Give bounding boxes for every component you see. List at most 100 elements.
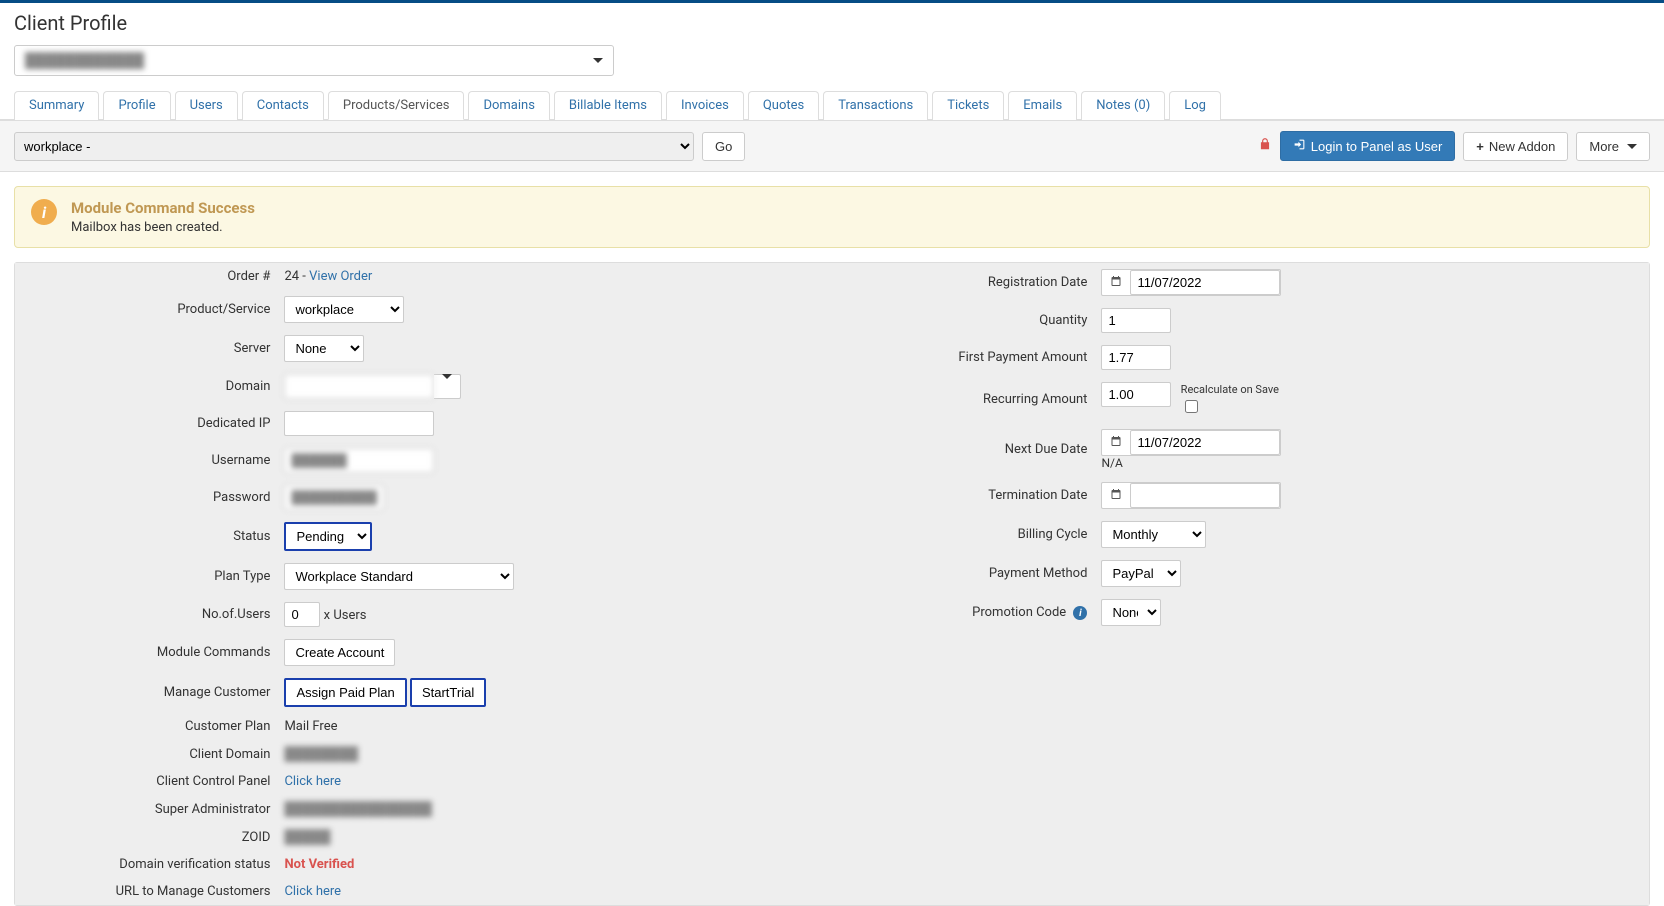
termination-label: Termination Date bbox=[832, 476, 1093, 515]
tab-products[interactable]: Products/Services bbox=[328, 91, 465, 120]
chevron-down-icon bbox=[1627, 144, 1637, 149]
plan-type-select[interactable]: Workplace Standard bbox=[284, 563, 514, 590]
assign-paid-plan-button[interactable]: Assign Paid Plan bbox=[284, 678, 406, 707]
no-users-suffix: x Users bbox=[324, 608, 367, 623]
tab-notes[interactable]: Notes (0) bbox=[1081, 91, 1165, 120]
recalc-checkbox[interactable] bbox=[1185, 400, 1198, 413]
view-order-link[interactable]: View Order bbox=[309, 269, 372, 284]
tab-summary[interactable]: Summary bbox=[14, 91, 99, 120]
payment-method-select[interactable]: PayPal bbox=[1101, 560, 1181, 587]
client-selector-value: ████████████ bbox=[25, 52, 144, 69]
calendar-icon bbox=[1102, 488, 1130, 504]
order-label: Order # bbox=[15, 263, 276, 290]
plan-type-label: Plan Type bbox=[15, 557, 276, 596]
server-label: Server bbox=[15, 329, 276, 368]
status-label: Status bbox=[15, 516, 276, 557]
status-select[interactable]: Pending bbox=[284, 522, 372, 551]
domain-verif-value: Not Verified bbox=[284, 857, 354, 872]
recurring-input[interactable] bbox=[1101, 382, 1171, 407]
start-trial-button[interactable]: StartTrial bbox=[410, 678, 486, 707]
termination-input[interactable] bbox=[1130, 483, 1280, 508]
info-icon: i bbox=[1073, 606, 1087, 620]
service-selector[interactable]: workplace - bbox=[14, 132, 694, 161]
domain-label: Domain bbox=[15, 368, 276, 405]
client-control-panel-link[interactable]: Click here bbox=[284, 774, 341, 789]
alert-title: Module Command Success bbox=[71, 199, 255, 217]
server-select[interactable]: None bbox=[284, 335, 364, 362]
reg-date-input[interactable] bbox=[1130, 270, 1280, 295]
alert-message: Mailbox has been created. bbox=[71, 220, 255, 235]
url-manage-link[interactable]: Click here bbox=[284, 884, 341, 899]
quantity-label: Quantity bbox=[832, 302, 1093, 339]
info-icon: i bbox=[31, 199, 57, 225]
promo-code-select[interactable]: None bbox=[1101, 599, 1161, 626]
no-users-label: No.of.Users bbox=[15, 596, 276, 633]
tab-transactions[interactable]: Transactions bbox=[823, 91, 928, 120]
zoid-value: █████ bbox=[284, 830, 330, 845]
payment-method-label: Payment Method bbox=[832, 554, 1093, 593]
tab-users[interactable]: Users bbox=[175, 91, 238, 120]
tabs-nav: SummaryProfileUsersContactsProducts/Serv… bbox=[0, 90, 1664, 120]
reg-date-input-wrap[interactable] bbox=[1101, 269, 1281, 296]
password-label: Password bbox=[15, 479, 276, 516]
billing-cycle-select[interactable]: Monthly bbox=[1101, 521, 1206, 548]
tab-emails[interactable]: Emails bbox=[1008, 91, 1077, 120]
password-input[interactable] bbox=[284, 485, 384, 510]
first-payment-input[interactable] bbox=[1101, 345, 1171, 370]
client-domain-value: ████████ bbox=[284, 747, 358, 762]
client-selector[interactable]: ████████████ bbox=[14, 45, 614, 76]
calendar-icon bbox=[1102, 275, 1130, 291]
tab-tickets[interactable]: Tickets bbox=[932, 91, 1004, 120]
chevron-down-icon bbox=[442, 374, 452, 394]
no-users-input[interactable] bbox=[284, 602, 320, 627]
more-label: More bbox=[1589, 139, 1619, 154]
new-addon-label: New Addon bbox=[1489, 139, 1556, 154]
termination-input-wrap[interactable] bbox=[1101, 482, 1281, 509]
billing-cycle-label: Billing Cycle bbox=[832, 515, 1093, 554]
domain-input[interactable] bbox=[284, 374, 434, 399]
lock-icon bbox=[1258, 137, 1272, 155]
product-service-select[interactable]: workplace bbox=[284, 296, 404, 323]
chevron-down-icon bbox=[593, 58, 603, 63]
calendar-icon bbox=[1102, 435, 1130, 451]
login-as-user-button[interactable]: Login to Panel as User bbox=[1280, 131, 1456, 161]
next-due-input-wrap[interactable] bbox=[1101, 429, 1281, 456]
customer-plan-value: Mail Free bbox=[276, 713, 832, 740]
next-due-label: Next Due Date bbox=[832, 423, 1093, 476]
create-account-button[interactable]: Create Account bbox=[284, 639, 395, 666]
tab-billable[interactable]: Billable Items bbox=[554, 91, 662, 120]
client-control-panel-label: Client Control Panel bbox=[15, 768, 276, 795]
tab-profile[interactable]: Profile bbox=[103, 91, 170, 120]
domain-dropdown-toggle[interactable] bbox=[434, 374, 461, 399]
username-label: Username bbox=[15, 442, 276, 479]
order-number: 24 bbox=[284, 269, 299, 284]
dedicated-ip-input[interactable] bbox=[284, 411, 434, 436]
reg-date-label: Registration Date bbox=[832, 263, 1093, 302]
super-admin-value: ████████████████ bbox=[284, 802, 431, 817]
customer-plan-label: Customer Plan bbox=[15, 713, 276, 740]
tab-domains[interactable]: Domains bbox=[468, 91, 549, 120]
tab-contacts[interactable]: Contacts bbox=[242, 91, 324, 120]
username-input[interactable] bbox=[284, 448, 434, 473]
manage-customer-label: Manage Customer bbox=[15, 672, 276, 713]
recalc-label: Recalculate on Save bbox=[1181, 383, 1279, 396]
next-due-note: N/A bbox=[1101, 456, 1641, 470]
tab-invoices[interactable]: Invoices bbox=[666, 91, 744, 120]
zoid-label: ZOID bbox=[15, 823, 276, 851]
new-addon-button[interactable]: + New Addon bbox=[1463, 132, 1568, 161]
module-commands-label: Module Commands bbox=[15, 633, 276, 672]
dedicated-ip-label: Dedicated IP bbox=[15, 405, 276, 442]
go-button[interactable]: Go bbox=[702, 132, 745, 161]
quantity-input[interactable] bbox=[1101, 308, 1171, 333]
tab-quotes[interactable]: Quotes bbox=[748, 91, 819, 120]
plus-icon: + bbox=[1476, 139, 1484, 154]
login-as-user-label: Login to Panel as User bbox=[1311, 139, 1443, 154]
success-alert: i Module Command Success Mailbox has bee… bbox=[14, 186, 1650, 248]
tab-log[interactable]: Log bbox=[1169, 91, 1221, 120]
url-manage-label: URL to Manage Customers bbox=[15, 878, 276, 905]
recurring-label: Recurring Amount bbox=[832, 376, 1093, 423]
product-service-label: Product/Service bbox=[15, 290, 276, 329]
more-dropdown[interactable]: More bbox=[1576, 132, 1650, 161]
next-due-input[interactable] bbox=[1130, 430, 1280, 455]
page-title: Client Profile bbox=[0, 3, 1664, 45]
